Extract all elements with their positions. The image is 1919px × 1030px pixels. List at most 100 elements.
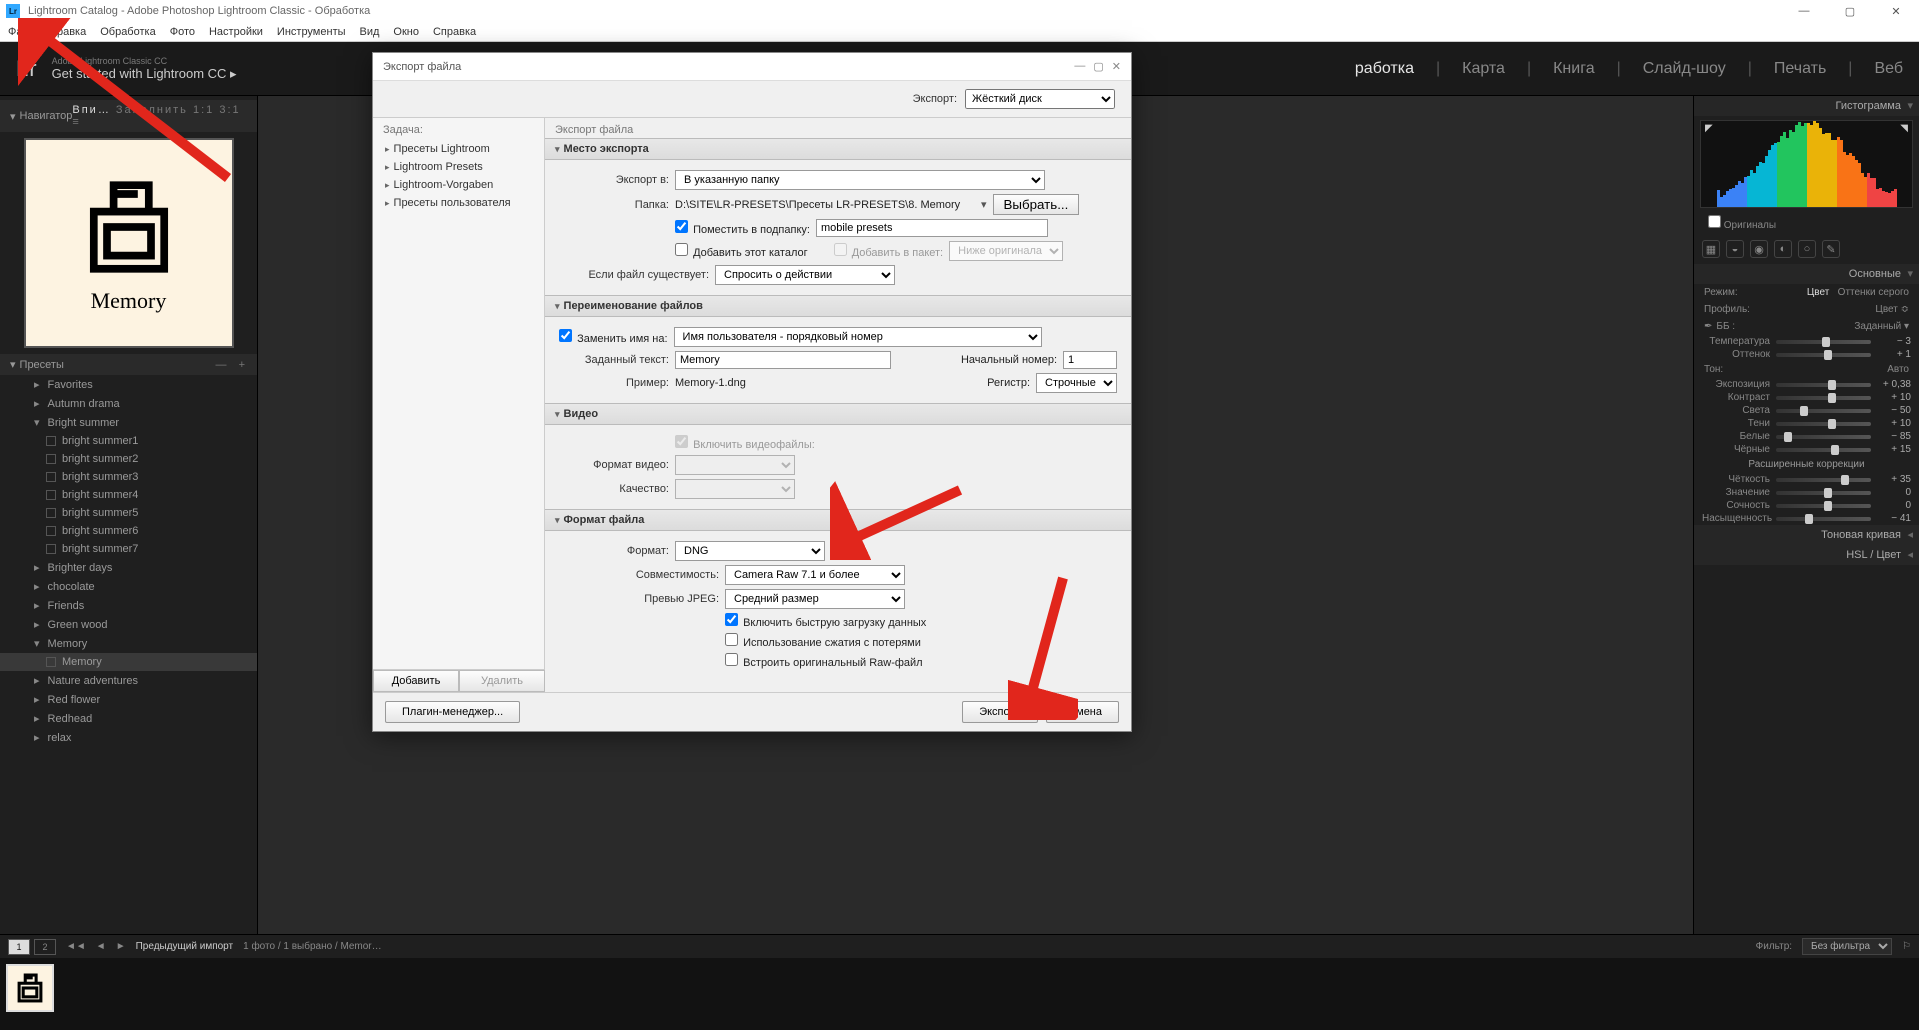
profile-dropdown[interactable]: Цвет ≎ — [1875, 304, 1909, 315]
preset-folder[interactable]: Red flower — [0, 690, 257, 709]
filter-flag-icon[interactable]: ⚐ — [1902, 941, 1911, 952]
preset-folder[interactable]: Friends — [0, 596, 257, 615]
case-select[interactable]: Строчные — [1036, 373, 1117, 393]
navigator-header[interactable]: ▾ Навигатор Впи… Заполнить 1:1 3:1 ≡ — [0, 100, 257, 132]
eyedropper-icon[interactable]: ✒ — [1704, 321, 1712, 332]
auto-tone-button[interactable]: Авто — [1887, 364, 1909, 375]
jpeg-preview-select[interactable]: Средний размер — [725, 589, 905, 609]
treatment-bw[interactable]: Оттенки серого — [1838, 287, 1909, 298]
subfolder-input[interactable] — [816, 219, 1048, 237]
choose-folder-button[interactable]: Выбрать... — [993, 194, 1080, 215]
spot-tool-icon[interactable]: ◒ — [1726, 240, 1744, 258]
hsl-header[interactable]: HSL / Цвет◂ — [1694, 545, 1919, 565]
radial-tool-icon[interactable]: ○ — [1798, 240, 1816, 258]
slider-row[interactable]: Чёрные+ 15 — [1694, 443, 1919, 456]
brush-tool-icon[interactable]: ✎ — [1822, 240, 1840, 258]
compatibility-select[interactable]: Camera Raw 7.1 и более — [725, 565, 905, 585]
dialog-close-icon[interactable]: ✕ — [1112, 60, 1121, 73]
menu-settings[interactable]: Настройки — [209, 26, 263, 38]
task-preset-lr-en[interactable]: Lightroom Presets — [373, 158, 544, 176]
filter-dropdown[interactable]: Без фильтра — [1802, 938, 1892, 955]
preset-folder[interactable]: relax — [0, 728, 257, 747]
slider-row[interactable]: Света− 50 — [1694, 404, 1919, 417]
basic-panel-header[interactable]: Основные▾ — [1694, 264, 1919, 284]
plugin-manager-button[interactable]: Плагин-менеджер... — [385, 701, 520, 723]
custom-text-input[interactable] — [675, 351, 891, 369]
rename-to-checkbox[interactable]: Заменить имя на: — [559, 329, 668, 345]
maximize-button[interactable]: ▢ — [1827, 0, 1873, 22]
task-preset-lr-de[interactable]: Lightroom-Vorgaben — [373, 176, 544, 194]
menu-tools[interactable]: Инструменты — [277, 26, 346, 38]
preset-folder[interactable]: Autumn drama — [0, 394, 257, 413]
slider-row[interactable]: Температура− 3 — [1694, 335, 1919, 348]
slider-row[interactable]: Тени+ 10 — [1694, 417, 1919, 430]
slider-row[interactable]: Насыщенность− 41 — [1694, 512, 1919, 525]
grid-view-1[interactable]: 1 — [8, 939, 30, 955]
source-label[interactable]: Предыдущий импорт — [136, 941, 234, 952]
lossy-checkbox[interactable]: Использование сжатия с потерями — [725, 633, 921, 649]
filmstrip[interactable] — [0, 958, 1919, 1030]
grid-nav-icon[interactable]: ◄◄ — [66, 941, 86, 952]
crop-tool-icon[interactable]: ▦ — [1702, 240, 1720, 258]
slider-row[interactable]: Значение0 — [1694, 486, 1919, 499]
preset-folder[interactable]: Nature adventures — [0, 671, 257, 690]
module-develop[interactable]: работка — [1355, 60, 1414, 78]
preset-item[interactable]: Memory — [0, 653, 257, 671]
embed-raw-checkbox[interactable]: Встроить оригинальный Raw-файл — [725, 653, 923, 669]
cancel-button[interactable]: Отмена — [1046, 701, 1119, 723]
preset-item[interactable]: bright summer4 — [0, 486, 257, 504]
filmstrip-thumb[interactable] — [6, 964, 54, 1012]
minimize-button[interactable]: — — [1781, 0, 1827, 22]
module-book[interactable]: Книга — [1553, 60, 1594, 78]
module-slideshow[interactable]: Слайд-шоу — [1643, 60, 1726, 78]
preset-item[interactable]: bright summer6 — [0, 522, 257, 540]
preset-item[interactable]: bright summer1 — [0, 432, 257, 450]
module-web[interactable]: Веб — [1874, 60, 1903, 78]
naming-template-select[interactable]: Имя пользователя - порядковый номер — [674, 327, 1042, 347]
clip-indicator-left[interactable]: ◤ — [1705, 123, 1713, 134]
file-format-select[interactable]: DNG — [675, 541, 825, 561]
preset-folder[interactable]: Memory — [0, 634, 257, 653]
add-to-catalog-checkbox[interactable]: Добавить этот каталог — [675, 243, 808, 259]
slider-row[interactable]: Оттенок+ 1 — [1694, 348, 1919, 361]
section-video[interactable]: Видео — [545, 403, 1131, 425]
treatment-color[interactable]: Цвет — [1807, 287, 1829, 298]
preset-item[interactable]: bright summer2 — [0, 450, 257, 468]
close-button[interactable]: ✕ — [1873, 0, 1919, 22]
dialog-maximize-icon[interactable]: ▢ — [1093, 60, 1103, 73]
header-link[interactable]: Get started with Lightroom CC ▸ — [52, 66, 237, 82]
clip-indicator-right[interactable]: ◥ — [1900, 123, 1908, 134]
existing-files-select[interactable]: Спросить о действии — [715, 265, 895, 285]
menu-help[interactable]: Справка — [433, 26, 476, 38]
preset-item[interactable]: bright summer3 — [0, 468, 257, 486]
slider-row[interactable]: Экспозиция+ 0,38 — [1694, 378, 1919, 391]
preset-folder[interactable]: Bright summer — [0, 413, 257, 432]
preset-folder[interactable]: Redhead — [0, 709, 257, 728]
presets-header[interactable]: ▾ Пресеты — + — [0, 354, 257, 375]
grid-view-2[interactable]: 2 — [34, 939, 56, 955]
dialog-minimize-icon[interactable]: — — [1074, 60, 1085, 73]
module-map[interactable]: Карта — [1462, 60, 1505, 78]
grid-prev-icon[interactable]: ◄ — [96, 941, 106, 952]
menu-file[interactable]: Файл — [8, 26, 35, 38]
grid-next-icon[interactable]: ► — [116, 941, 126, 952]
navigator-preview[interactable]: Memory — [24, 138, 234, 348]
redeye-tool-icon[interactable]: ◉ — [1750, 240, 1768, 258]
histogram[interactable]: ◤ ◥ — [1700, 120, 1913, 208]
section-file-naming[interactable]: Переименование файлов — [545, 295, 1131, 317]
preset-item[interactable]: bright summer5 — [0, 504, 257, 522]
wb-dropdown[interactable]: Заданный ▾ — [1854, 321, 1909, 332]
export-to-select[interactable]: Жёсткий диск — [965, 89, 1115, 109]
slider-row[interactable]: Сочность0 — [1694, 499, 1919, 512]
menu-view[interactable]: Вид — [360, 26, 380, 38]
preset-folder[interactable]: Brighter days — [0, 558, 257, 577]
dialog-titlebar[interactable]: Экспорт файла — ▢ ✕ — [373, 53, 1131, 81]
put-in-subfolder-checkbox[interactable]: Поместить в подпапку: — [675, 220, 810, 236]
originals-checkbox[interactable]: Оригиналы — [1708, 215, 1776, 231]
task-preset-user[interactable]: Пресеты пользователя — [373, 194, 544, 212]
slider-row[interactable]: Белые− 85 — [1694, 430, 1919, 443]
preset-folder[interactable]: chocolate — [0, 577, 257, 596]
menu-edit[interactable]: Правка — [49, 26, 86, 38]
task-add-button[interactable]: Добавить — [373, 670, 459, 692]
menu-window[interactable]: Окно — [393, 26, 419, 38]
